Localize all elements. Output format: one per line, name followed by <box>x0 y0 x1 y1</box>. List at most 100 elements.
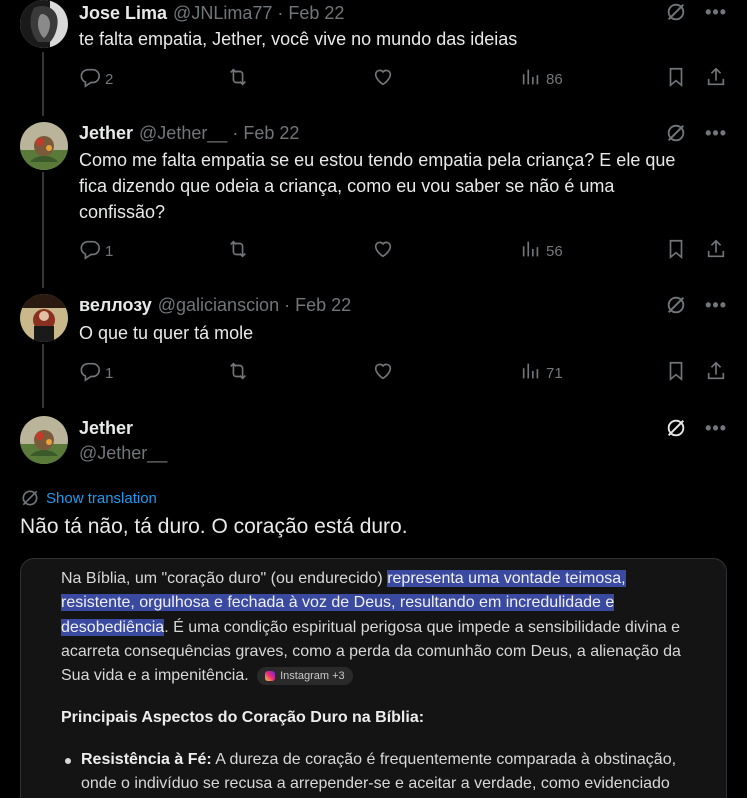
highlighted-text: desobediência <box>61 618 165 636</box>
reply-button[interactable]: 1 <box>79 238 113 260</box>
retweet-icon <box>227 66 249 88</box>
like-button[interactable] <box>372 238 394 260</box>
retweet-icon <box>227 238 249 260</box>
bookmark-icon <box>665 360 687 382</box>
share-icon <box>705 360 727 382</box>
embed-paragraph: Na Bíblia, um "coração duro" (ou endurec… <box>61 567 701 688</box>
instagram-icon <box>265 670 276 681</box>
more-icon[interactable]: ••• <box>705 122 727 144</box>
display-name[interactable]: Jether <box>79 418 133 439</box>
separator: · <box>277 2 284 23</box>
grok-icon[interactable] <box>665 1 687 23</box>
grok-icon[interactable] <box>665 294 687 316</box>
views-button[interactable]: 86 <box>520 66 563 88</box>
share-icon <box>705 238 727 260</box>
timestamp[interactable]: Feb 22 <box>243 123 299 144</box>
avatar[interactable] <box>20 0 68 48</box>
tweet-text: O que tu quer tá mole <box>79 323 254 343</box>
reply-icon <box>79 238 101 260</box>
reply-button[interactable]: 2 <box>79 66 113 88</box>
avatar[interactable] <box>20 294 68 342</box>
tweet[interactable]: веллозу @galicianscion · Feb 22 ••• O qu… <box>0 294 747 404</box>
tweet-actions: 1 71 <box>79 360 727 386</box>
timestamp[interactable]: Feb 22 <box>295 295 351 316</box>
grok-icon[interactable] <box>665 122 687 144</box>
share-button[interactable] <box>705 360 727 382</box>
show-translation-label: Show translation <box>46 489 157 507</box>
source-chip: Instagram +3 <box>257 666 353 685</box>
retweet-button[interactable] <box>227 360 249 382</box>
embed-text: Sua vida e a impenitência. <box>61 667 249 685</box>
embed-list: Resistência à Fé: A dureza de coração é … <box>61 748 701 797</box>
bookmark-button[interactable] <box>665 66 687 88</box>
highlighted-text: resistente, orgulhosa e fechada à voz de… <box>61 594 615 612</box>
handle[interactable]: @galicianscion <box>158 295 279 316</box>
views-icon <box>520 360 542 382</box>
retweet-button[interactable] <box>227 66 249 88</box>
more-icon[interactable]: ••• <box>705 417 727 439</box>
tweet-text-line: Como me falta empatia se eu estou tendo … <box>79 150 676 170</box>
views-button[interactable]: 71 <box>520 360 563 382</box>
bookmark-icon <box>665 238 687 260</box>
timestamp[interactable]: Feb 22 <box>288 3 344 24</box>
show-translation-link[interactable]: Show translation <box>20 488 157 508</box>
tweet[interactable]: Jether @Jether__ · Feb 22 ••• Como me fa… <box>0 122 747 282</box>
embed-heading: Principais Aspectos do Coração Duro na B… <box>61 709 425 727</box>
tweet-text: te falta empatia, Jether, você vive no m… <box>79 29 518 49</box>
heart-icon <box>372 66 394 88</box>
share-icon <box>705 66 727 88</box>
reply-icon <box>79 360 101 382</box>
translate-icon <box>22 490 38 506</box>
retweet-icon <box>227 360 249 382</box>
like-button[interactable] <box>372 66 394 88</box>
grok-icon[interactable] <box>665 417 687 439</box>
more-icon[interactable]: ••• <box>705 1 727 23</box>
embed-text: acarreta consequências graves, como a pe… <box>61 642 681 660</box>
retweet-button[interactable] <box>227 238 249 260</box>
reply-button[interactable]: 1 <box>79 360 113 382</box>
bookmark-icon <box>665 66 687 88</box>
embedded-screenshot[interactable]: Na Bíblia, um "coração duro" (ou endurec… <box>20 558 727 798</box>
source-chip-label: Instagram +3 <box>280 669 345 682</box>
share-button[interactable] <box>705 238 727 260</box>
share-button[interactable] <box>705 66 727 88</box>
handle[interactable]: @Jether__ <box>79 443 167 464</box>
embed-text: onde o indivíduo se recusa a arrepender-… <box>81 775 670 793</box>
list-item-label: Resistência à Fé: <box>81 750 212 768</box>
tweet-text-line: confissão? <box>79 202 166 222</box>
views-count: 86 <box>546 70 563 88</box>
reply-icon <box>79 66 101 88</box>
tweet-text-line: fica dizendo que odeia a criança, como e… <box>79 176 615 196</box>
tweet[interactable]: Jose Lima @JNLima77 · Feb 22 ••• te falt… <box>0 0 747 115</box>
heart-icon <box>372 360 394 382</box>
display-name[interactable]: Jose Lima <box>79 3 167 24</box>
views-icon <box>520 238 542 260</box>
embed-text: Na Bíblia, um "coração duro" (ou endurec… <box>61 570 388 587</box>
bookmark-button[interactable] <box>665 238 687 260</box>
avatar[interactable] <box>20 416 68 464</box>
embed-text: . É uma condição espiritual perigosa que… <box>164 618 681 636</box>
like-button[interactable] <box>372 360 394 382</box>
views-icon <box>520 66 542 88</box>
tweet-text: Como me falta empatia se eu estou tendo … <box>79 147 719 225</box>
avatar[interactable] <box>20 122 68 170</box>
highlighted-text: representa uma vontade teimosa, <box>387 570 626 587</box>
views-count: 71 <box>546 364 563 382</box>
reply-count: 2 <box>105 70 114 88</box>
display-name[interactable]: веллозу <box>79 295 152 316</box>
embed-content: Na Bíblia, um "coração duro" (ou endurec… <box>61 567 701 796</box>
list-item: Resistência à Fé: A dureza de coração é … <box>65 748 701 797</box>
handle[interactable]: @Jether__ <box>139 123 227 144</box>
display-name[interactable]: Jether <box>79 123 133 144</box>
views-button[interactable]: 56 <box>520 238 563 260</box>
handle[interactable]: @JNLima77 <box>173 3 272 24</box>
tweet-actions: 1 56 <box>79 238 727 264</box>
bookmark-button[interactable] <box>665 360 687 382</box>
tweet-actions: 2 86 <box>79 66 727 92</box>
reply-count: 1 <box>105 242 114 260</box>
tweet-text: Não tá não, tá duro. O coração está duro… <box>20 515 408 538</box>
separator: · <box>232 122 239 143</box>
views-count: 56 <box>546 242 563 260</box>
more-icon[interactable]: ••• <box>705 294 727 316</box>
heart-icon <box>372 238 394 260</box>
